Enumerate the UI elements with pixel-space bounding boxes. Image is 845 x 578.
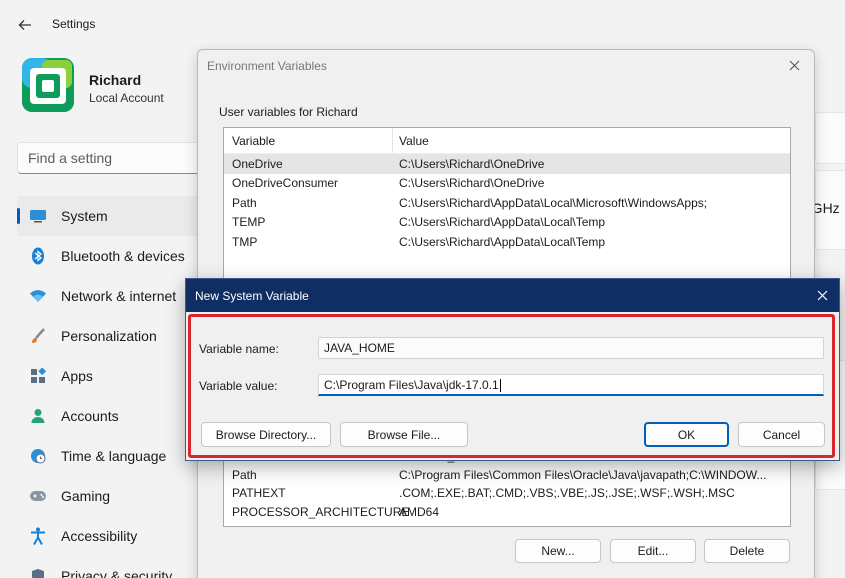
sidebar-item-label: Personalization — [61, 328, 157, 344]
edit-button[interactable]: Edit... — [610, 539, 696, 563]
new-system-variable-dialog: New System Variable Variable name: JAVA_… — [185, 278, 840, 461]
sidebar-item-label: Bluetooth & devices — [61, 248, 185, 264]
app-title: Settings — [52, 17, 95, 31]
variable-name-value: JAVA_HOME — [324, 341, 395, 355]
back-arrow-icon[interactable] — [14, 14, 36, 36]
bluetooth-icon — [29, 247, 47, 265]
variable-value-value: C:\Program Files\Java\jdk-17.0.1 — [324, 378, 499, 392]
user-name: Richard — [89, 72, 141, 88]
sidebar-item-gaming[interactable]: Gaming — [17, 476, 207, 516]
sidebar-item-label: Gaming — [61, 488, 110, 504]
sidebar-item-network[interactable]: Network & internet — [17, 276, 207, 316]
text-caret — [500, 379, 501, 392]
table-row[interactable]: OneDriveConsumer C:\Users\Richard\OneDri… — [224, 174, 790, 194]
variable-value-cell: .COM;.EXE;.BAT;.CMD;.VBS;.VBE;.JS;.JSE;.… — [393, 486, 735, 500]
close-icon[interactable] — [813, 286, 831, 304]
column-header-variable[interactable]: Variable — [224, 128, 393, 153]
person-icon — [29, 407, 47, 425]
table-row[interactable]: PROCESSOR_ARCHITECTURE AMD64 — [224, 503, 790, 522]
user-variables-list[interactable]: Variable Value OneDrive C:\Users\Richard… — [223, 127, 791, 287]
table-row[interactable]: PATHEXT .COM;.EXE;.BAT;.CMD;.VBS;.VBE;.J… — [224, 484, 790, 503]
account-type: Local Account — [89, 91, 164, 105]
variable-value-cell: C:\Program Files\Common Files\Oracle\Jav… — [393, 468, 766, 482]
list-header: Variable Value — [224, 128, 790, 154]
sidebar-item-label: Accessibility — [61, 528, 137, 544]
delete-button[interactable]: Delete — [704, 539, 790, 563]
sidebar-item-label: Apps — [61, 368, 93, 384]
user-variables-label: User variables for Richard — [219, 105, 358, 119]
search-placeholder: Find a setting — [28, 150, 112, 166]
sidebar-item-privacy[interactable]: Privacy & security — [17, 556, 207, 578]
new-button[interactable]: New... — [515, 539, 601, 563]
variable-value-field[interactable]: C:\Program Files\Java\jdk-17.0.1 — [318, 374, 824, 396]
sidebar-item-label: System — [61, 208, 108, 224]
accessibility-icon — [29, 527, 47, 545]
search-input[interactable]: Find a setting — [17, 142, 217, 174]
variable-name-cell: Path — [224, 196, 393, 210]
sidebar-item-apps[interactable]: Apps — [17, 356, 207, 396]
gamepad-icon — [29, 487, 47, 505]
variable-value-cell: AMD64 — [393, 505, 439, 519]
shield-icon — [29, 567, 47, 578]
globe-clock-icon — [29, 447, 47, 465]
dialog-title: New System Variable — [195, 289, 309, 303]
sidebar-item-accessibility[interactable]: Accessibility — [17, 516, 207, 556]
variable-value-cell: C:\Users\Richard\OneDrive — [393, 176, 544, 190]
monitor-icon — [29, 207, 47, 225]
variable-name-cell: Path — [224, 468, 393, 482]
settings-titlebar: Settings — [0, 0, 845, 48]
content-card — [815, 112, 845, 164]
ok-button[interactable]: OK — [644, 422, 729, 447]
table-row[interactable]: TEMP C:\Users\Richard\AppData\Local\Temp — [224, 213, 790, 233]
table-row[interactable]: Path C:\Program Files\Common Files\Oracl… — [224, 466, 790, 485]
sidebar-item-system[interactable]: System — [17, 196, 207, 236]
cancel-button[interactable]: Cancel — [738, 422, 825, 447]
sidebar-item-accounts[interactable]: Accounts — [17, 396, 207, 436]
system-variables-list[interactable]: OS Windows_NT Path C:\Program Files\Comm… — [223, 455, 791, 527]
table-row[interactable]: TMP C:\Users\Richard\AppData\Local\Temp — [224, 232, 790, 252]
sidebar-item-personalization[interactable]: Personalization — [17, 316, 207, 356]
variable-name-cell: PATHEXT — [224, 486, 393, 500]
variable-name-cell: OneDrive — [224, 157, 393, 171]
sidebar-item-bluetooth[interactable]: Bluetooth & devices — [17, 236, 207, 276]
sidebar-item-time-language[interactable]: Time & language — [17, 436, 207, 476]
sidebar-item-label: Accounts — [61, 408, 119, 424]
dialog-titlebar: New System Variable — [186, 279, 839, 312]
user-avatar-icon[interactable] — [20, 56, 76, 114]
table-row[interactable]: OneDrive C:\Users\Richard\OneDrive — [224, 154, 790, 174]
sidebar-nav: System Bluetooth & devices Network & int… — [17, 196, 207, 578]
variable-name-label: Variable name: — [199, 342, 279, 356]
variable-value-cell: C:\Users\Richard\OneDrive — [393, 157, 544, 171]
sidebar-item-label: Network & internet — [61, 288, 176, 304]
browse-directory-button[interactable]: Browse Directory... — [201, 422, 331, 447]
variable-name-cell: PROCESSOR_ARCHITECTURE — [224, 505, 393, 519]
column-header-value[interactable]: Value — [393, 134, 429, 148]
variable-value-label: Variable value: — [199, 379, 278, 393]
dialog-title: Environment Variables — [207, 59, 327, 73]
browse-file-button[interactable]: Browse File... — [340, 422, 468, 447]
variable-name-cell: TEMP — [224, 215, 393, 229]
variable-name-field[interactable]: JAVA_HOME — [318, 337, 824, 359]
close-icon[interactable] — [784, 55, 804, 75]
sidebar-item-label: Privacy & security — [61, 568, 172, 578]
sidebar-item-label: Time & language — [61, 448, 166, 464]
apps-icon — [29, 367, 47, 385]
variable-value-cell: C:\Users\Richard\AppData\Local\Temp — [393, 215, 605, 229]
variable-name-cell: TMP — [224, 235, 393, 249]
variable-value-cell: C:\Users\Richard\AppData\Local\Temp — [393, 235, 605, 249]
wifi-icon — [29, 287, 47, 305]
table-row[interactable]: Path C:\Users\Richard\AppData\Local\Micr… — [224, 193, 790, 213]
variable-name-cell: OneDriveConsumer — [224, 176, 393, 190]
brush-icon — [29, 327, 47, 345]
variable-value-cell: C:\Users\Richard\AppData\Local\Microsoft… — [393, 196, 707, 210]
